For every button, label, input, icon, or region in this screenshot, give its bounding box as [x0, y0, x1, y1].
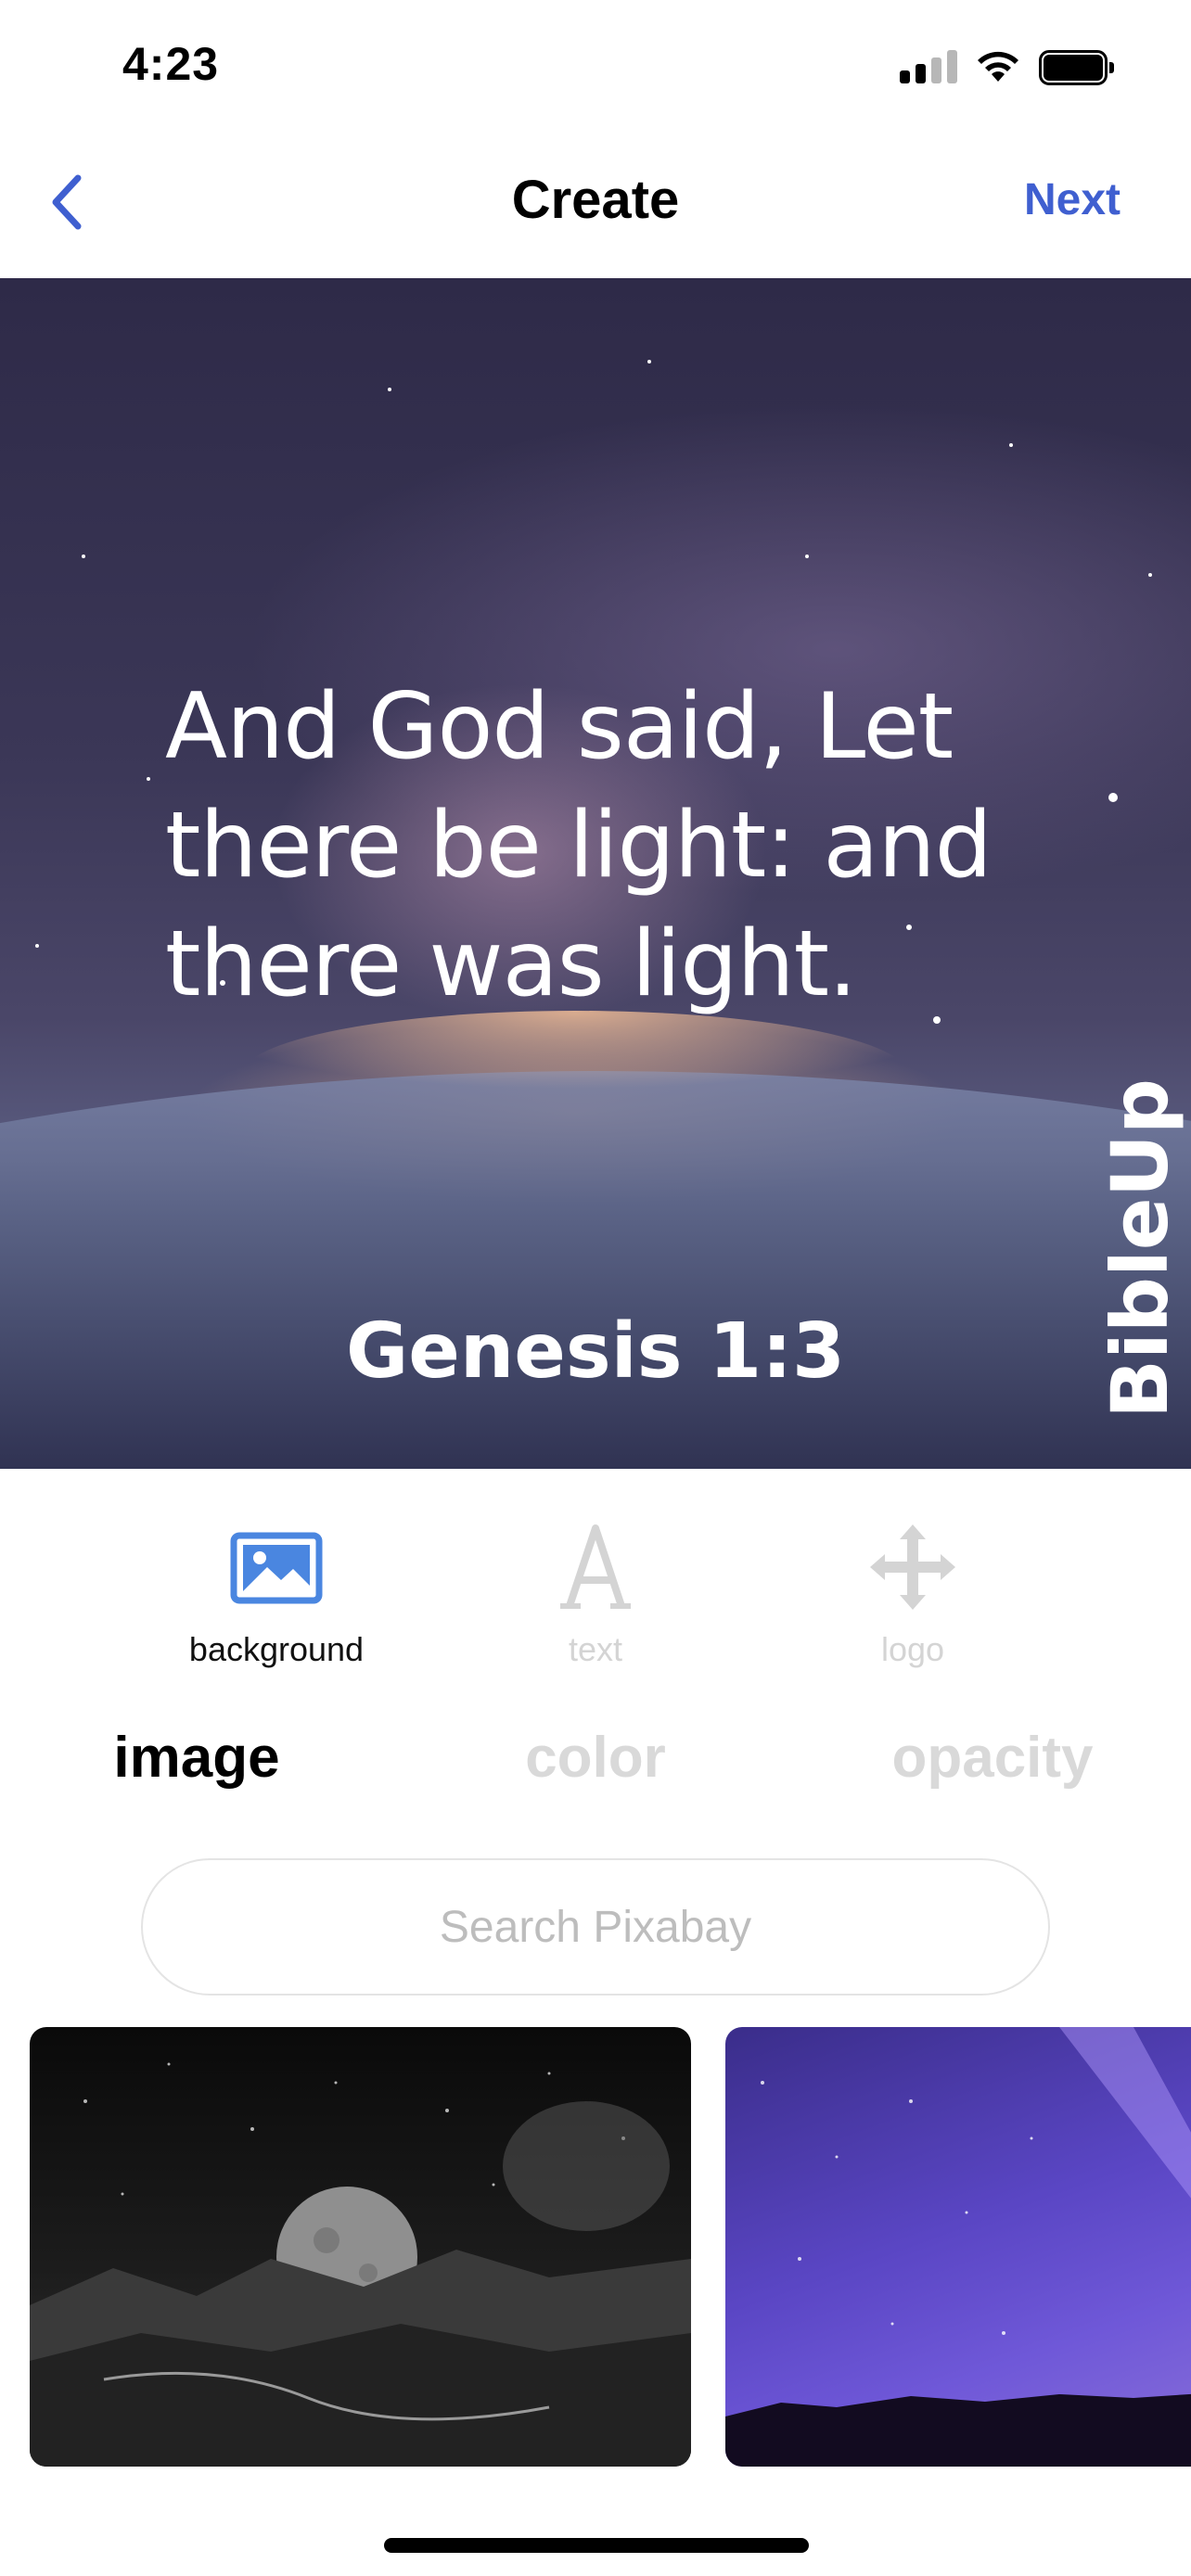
background-subtabs: image color opacity [0, 1706, 1191, 1817]
tool-logo-label: logo [880, 1630, 945, 1668]
cellular-signal-icon [900, 50, 957, 83]
page-title: Create [511, 170, 680, 230]
tool-text[interactable]: text [466, 1521, 725, 1669]
image-icon [230, 1532, 323, 1604]
tool-background[interactable]: background [147, 1521, 406, 1669]
wifi-icon [978, 51, 1018, 82]
verse-text[interactable]: And God said, Let there be light: and th… [165, 668, 1000, 1024]
battery-icon [1039, 50, 1115, 85]
purple-night-sky-thumbnail [725, 2027, 1191, 2467]
status-bar: 4:23 [0, 0, 1191, 130]
editor-tool-tabs: background text logo [0, 1484, 1191, 1688]
letter-a-icon [560, 1524, 631, 1609]
image-results-carousel[interactable] [0, 2027, 1191, 2467]
subtab-color[interactable]: color [410, 1725, 781, 1791]
image-result-thumbnail[interactable] [725, 2027, 1191, 2467]
search-input[interactable] [143, 1860, 1048, 1994]
subtab-opacity[interactable]: opacity [807, 1725, 1178, 1791]
home-indicator [384, 2538, 809, 2553]
search-field[interactable] [141, 1858, 1050, 1996]
status-time: 4:23 [122, 38, 220, 90]
image-result-thumbnail[interactable] [30, 2027, 691, 2467]
tool-text-label: text [568, 1630, 623, 1668]
verse-preview-canvas[interactable]: And God said, Let there be light: and th… [0, 278, 1191, 1469]
bibleup-logo-watermark[interactable]: BibleUp [1095, 1078, 1185, 1419]
tool-logo[interactable]: logo [783, 1521, 1043, 1669]
subtab-image[interactable]: image [11, 1725, 382, 1791]
nav-bar: Create Next [0, 130, 1191, 278]
moon-landscape-thumbnail [30, 2062, 691, 2467]
move-arrows-icon [870, 1524, 955, 1610]
next-button[interactable]: Next [1024, 174, 1121, 225]
verse-reference[interactable]: Genesis 1:3 [0, 1307, 1191, 1396]
tool-background-label: background [188, 1630, 365, 1668]
